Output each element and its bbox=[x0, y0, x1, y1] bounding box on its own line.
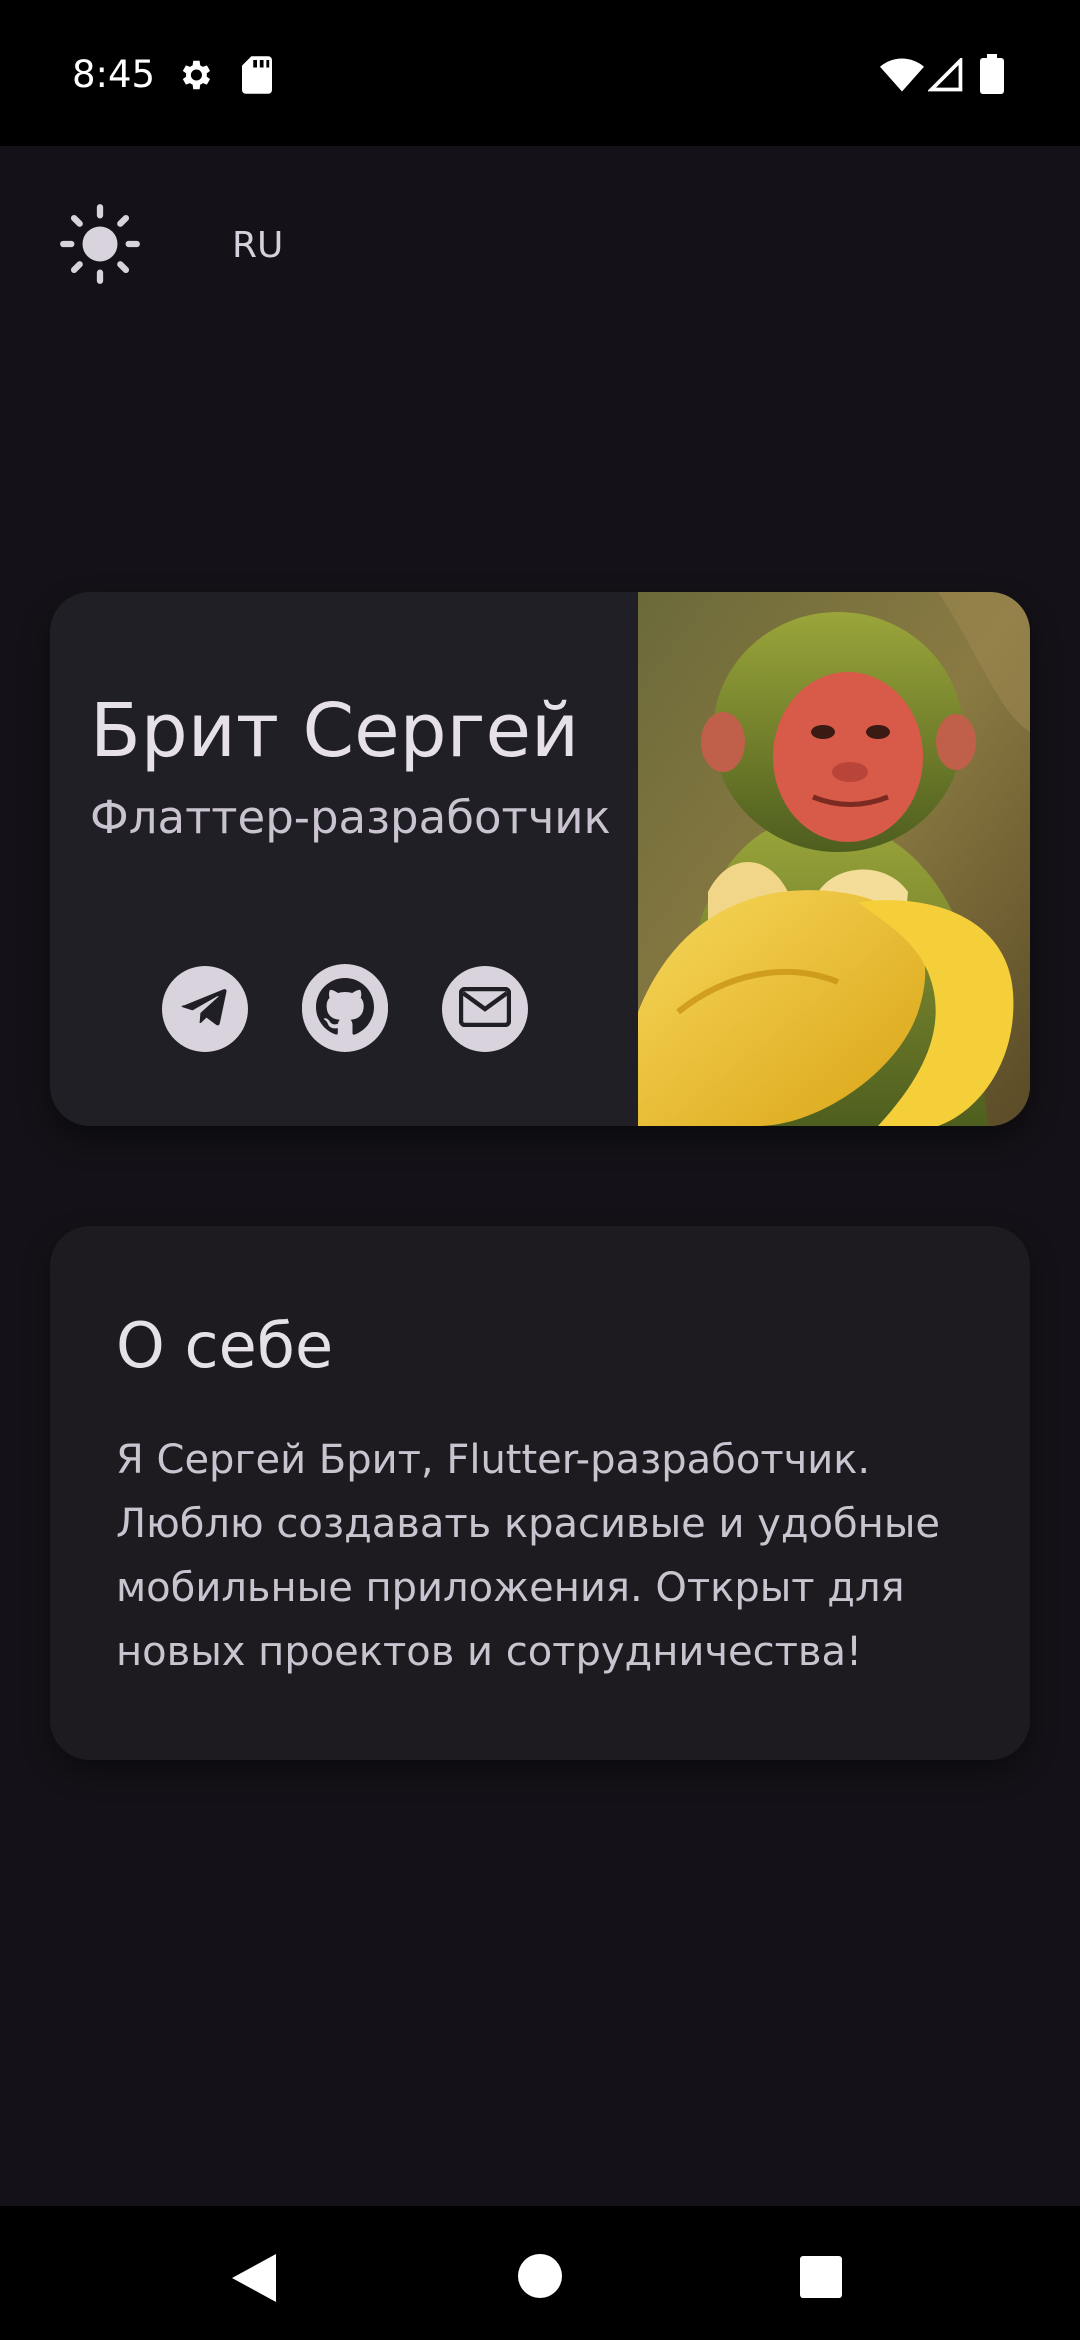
sd-card-icon bbox=[242, 56, 272, 98]
back-icon[interactable] bbox=[232, 2254, 276, 2306]
about-title: О себе bbox=[116, 1309, 334, 1382]
theme-toggle-button[interactable] bbox=[50, 196, 150, 296]
github-icon bbox=[302, 964, 388, 1054]
profile-name: Брит Сергей bbox=[90, 688, 580, 774]
sun-icon bbox=[58, 202, 142, 290]
profile-role: Флаттер-разработчик bbox=[90, 791, 611, 844]
telegram-icon bbox=[180, 982, 230, 1036]
recents-icon[interactable] bbox=[800, 2256, 842, 2302]
battery-icon bbox=[980, 54, 1004, 98]
home-icon[interactable] bbox=[518, 2254, 562, 2302]
cell-signal-icon bbox=[927, 56, 964, 96]
status-bar: 8:45 bbox=[0, 0, 1080, 146]
navigation-bar bbox=[0, 2206, 1080, 2340]
email-button[interactable] bbox=[442, 966, 528, 1052]
language-toggle-button[interactable]: RU bbox=[222, 216, 293, 276]
mail-icon bbox=[458, 986, 512, 1031]
status-time: 8:45 bbox=[72, 53, 156, 96]
github-button[interactable] bbox=[302, 964, 388, 1054]
settings-icon bbox=[176, 56, 214, 98]
wifi-icon bbox=[880, 58, 924, 96]
about-card: О себе Я Сергей Брит, Flutter-разработчи… bbox=[50, 1226, 1030, 1760]
profile-photo bbox=[638, 592, 1030, 1126]
telegram-button[interactable] bbox=[162, 966, 248, 1052]
social-links bbox=[162, 964, 528, 1054]
profile-card: Брит Сергей Флаттер-разработчик bbox=[50, 592, 1030, 1126]
about-text: Я Сергей Брит, Flutter-разработчик. Любл… bbox=[116, 1437, 941, 1675]
